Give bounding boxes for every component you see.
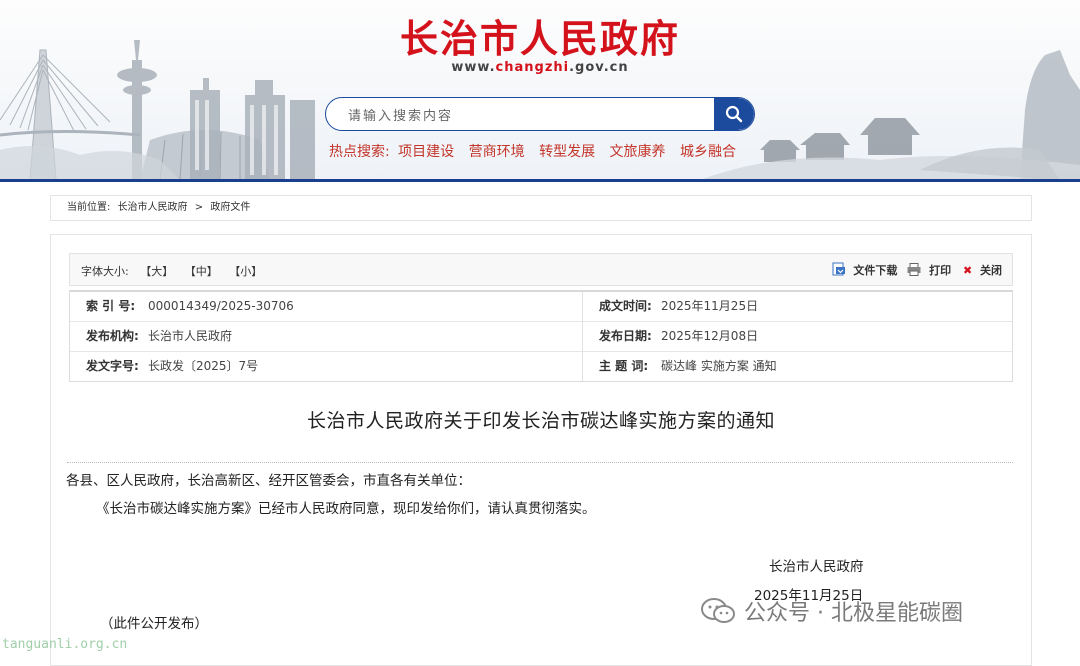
meta-label: 索 引 号: bbox=[86, 299, 136, 313]
meta-value-index: 000014349/2025-30706 bbox=[148, 299, 294, 313]
search-icon bbox=[725, 105, 743, 123]
breadcrumb-home[interactable]: 长治市人民政府 bbox=[118, 202, 188, 213]
breadcrumb-current[interactable]: 政府文件 bbox=[210, 202, 250, 213]
font-size-controls: 字体大小: 【大】 【中】 【小】 bbox=[81, 263, 270, 279]
hot-link-tourism[interactable]: 文旅康养 bbox=[610, 141, 666, 161]
meta-value-publish: 2025年12月08日 bbox=[661, 329, 759, 343]
print-button[interactable]: 打印 bbox=[907, 263, 955, 277]
document-title: 长治市人民政府关于印发长治市碳达峰实施方案的通知 bbox=[306, 410, 775, 432]
meta-label: 成文时间: bbox=[599, 299, 652, 313]
print-label: 打印 bbox=[929, 264, 952, 277]
account-watermark: 公众号 · 北极星能碳圈 bbox=[700, 595, 963, 631]
article-actions: 文件下载 打印 ✖ 关闭 bbox=[828, 262, 1002, 278]
metadata-row: 发文字号: 长政发〔2025〕7号 主 题 词: 碳达峰 实施方案 通知 bbox=[70, 352, 1012, 381]
breadcrumb: 当前位置: 长治市人民政府 > 政府文件 bbox=[50, 195, 1032, 221]
url-suffix: .gov.cn bbox=[569, 60, 629, 75]
meta-label: 发布日期: bbox=[599, 329, 652, 343]
font-large-button[interactable]: 【大】 bbox=[140, 265, 173, 278]
search-input[interactable]: 请输入搜索内容 bbox=[348, 105, 453, 124]
close-button[interactable]: ✖ 关闭 bbox=[959, 264, 1002, 277]
meta-value-issuer: 长治市人民政府 bbox=[148, 329, 233, 343]
article-toolbar: 字体大小: 【大】 【中】 【小】 文件下载 打印 ✖ 关闭 bbox=[69, 253, 1013, 286]
metadata-row: 发布机构: 长治市人民政府 发布日期: 2025年12月08日 bbox=[70, 322, 1012, 352]
meta-value-subject: 碳达峰 实施方案 通知 bbox=[661, 359, 777, 373]
download-label: 文件下载 bbox=[853, 264, 898, 277]
document-metadata-table: 索 引 号: 000014349/2025-30706 成文时间: 2025年11月… bbox=[69, 290, 1013, 382]
hot-search: 热点搜索: 项目建设 营商环境 转型发展 文旅康养 城乡融合 bbox=[329, 141, 746, 161]
meta-label: 发文字号: bbox=[86, 359, 139, 373]
site-watermark: tanguanli.org.cn bbox=[2, 637, 128, 652]
url-highlight: changzhi bbox=[495, 60, 570, 75]
meta-cell-created: 成文时间: 2025年11月25日 bbox=[583, 292, 993, 321]
wechat-icon bbox=[700, 597, 736, 631]
meta-cell-issuer: 发布机构: 长治市人民政府 bbox=[70, 322, 583, 351]
meta-label: 发布机构: bbox=[86, 329, 139, 343]
metadata-row: 索 引 号: 000014349/2025-30706 成文时间: 2025年11月… bbox=[70, 292, 1012, 322]
url-prefix: www. bbox=[451, 60, 496, 75]
document-body-paragraph: 《长治市碳达峰实施方案》已经市人民政府同意，现印发给你们，请认真贯彻落实。 bbox=[96, 501, 596, 517]
document-signer: 长治市人民政府 bbox=[769, 559, 864, 575]
meta-cell-index: 索 引 号: 000014349/2025-30706 bbox=[70, 292, 583, 321]
meta-cell-publish: 发布日期: 2025年12月08日 bbox=[583, 322, 993, 351]
document-publication-note: （此件公开发布） bbox=[100, 616, 208, 632]
printer-icon bbox=[907, 263, 921, 276]
search-button[interactable] bbox=[714, 98, 754, 130]
font-size-label: 字体大小: bbox=[81, 265, 129, 278]
font-medium-button[interactable]: 【中】 bbox=[185, 265, 218, 278]
site-url: www.changzhi.gov.cn bbox=[0, 60, 1080, 75]
breadcrumb-label: 当前位置: bbox=[67, 202, 111, 213]
document-salutation: 各县、区人民政府，长治高新区、经开区管委会，市直各有关单位： bbox=[66, 473, 471, 489]
download-icon bbox=[832, 262, 845, 276]
meta-cell-docno: 发文字号: 长政发〔2025〕7号 bbox=[70, 352, 583, 381]
account-watermark-text: 公众号 · 北极星能碳圈 bbox=[744, 601, 963, 626]
close-label: 关闭 bbox=[980, 264, 1002, 277]
hot-link-urban-rural[interactable]: 城乡融合 bbox=[680, 141, 736, 161]
font-small-button[interactable]: 【小】 bbox=[229, 265, 262, 278]
site-title[interactable]: 长治市人民政府 bbox=[0, 8, 1080, 63]
hot-search-label: 热点搜索: bbox=[329, 144, 390, 160]
site-header: 长治市人民政府 www.changzhi.gov.cn 请输入搜索内容 热点搜索… bbox=[0, 0, 1080, 182]
hot-link-business[interactable]: 营商环境 bbox=[469, 141, 525, 161]
hot-link-transform[interactable]: 转型发展 bbox=[539, 141, 595, 161]
breadcrumb-separator: > bbox=[194, 202, 204, 213]
title-divider bbox=[67, 462, 1013, 463]
meta-label: 主 题 词: bbox=[599, 359, 649, 373]
hot-link-project[interactable]: 项目建设 bbox=[398, 141, 454, 161]
header-divider bbox=[0, 179, 1080, 182]
download-button[interactable]: 文件下载 bbox=[832, 262, 902, 277]
meta-value-docno: 长政发〔2025〕7号 bbox=[148, 359, 259, 373]
search-box[interactable]: 请输入搜索内容 bbox=[325, 97, 755, 131]
close-icon: ✖ bbox=[962, 264, 973, 277]
meta-cell-subject: 主 题 词: 碳达峰 实施方案 通知 bbox=[583, 352, 993, 381]
meta-value-created: 2025年11月25日 bbox=[661, 299, 759, 313]
